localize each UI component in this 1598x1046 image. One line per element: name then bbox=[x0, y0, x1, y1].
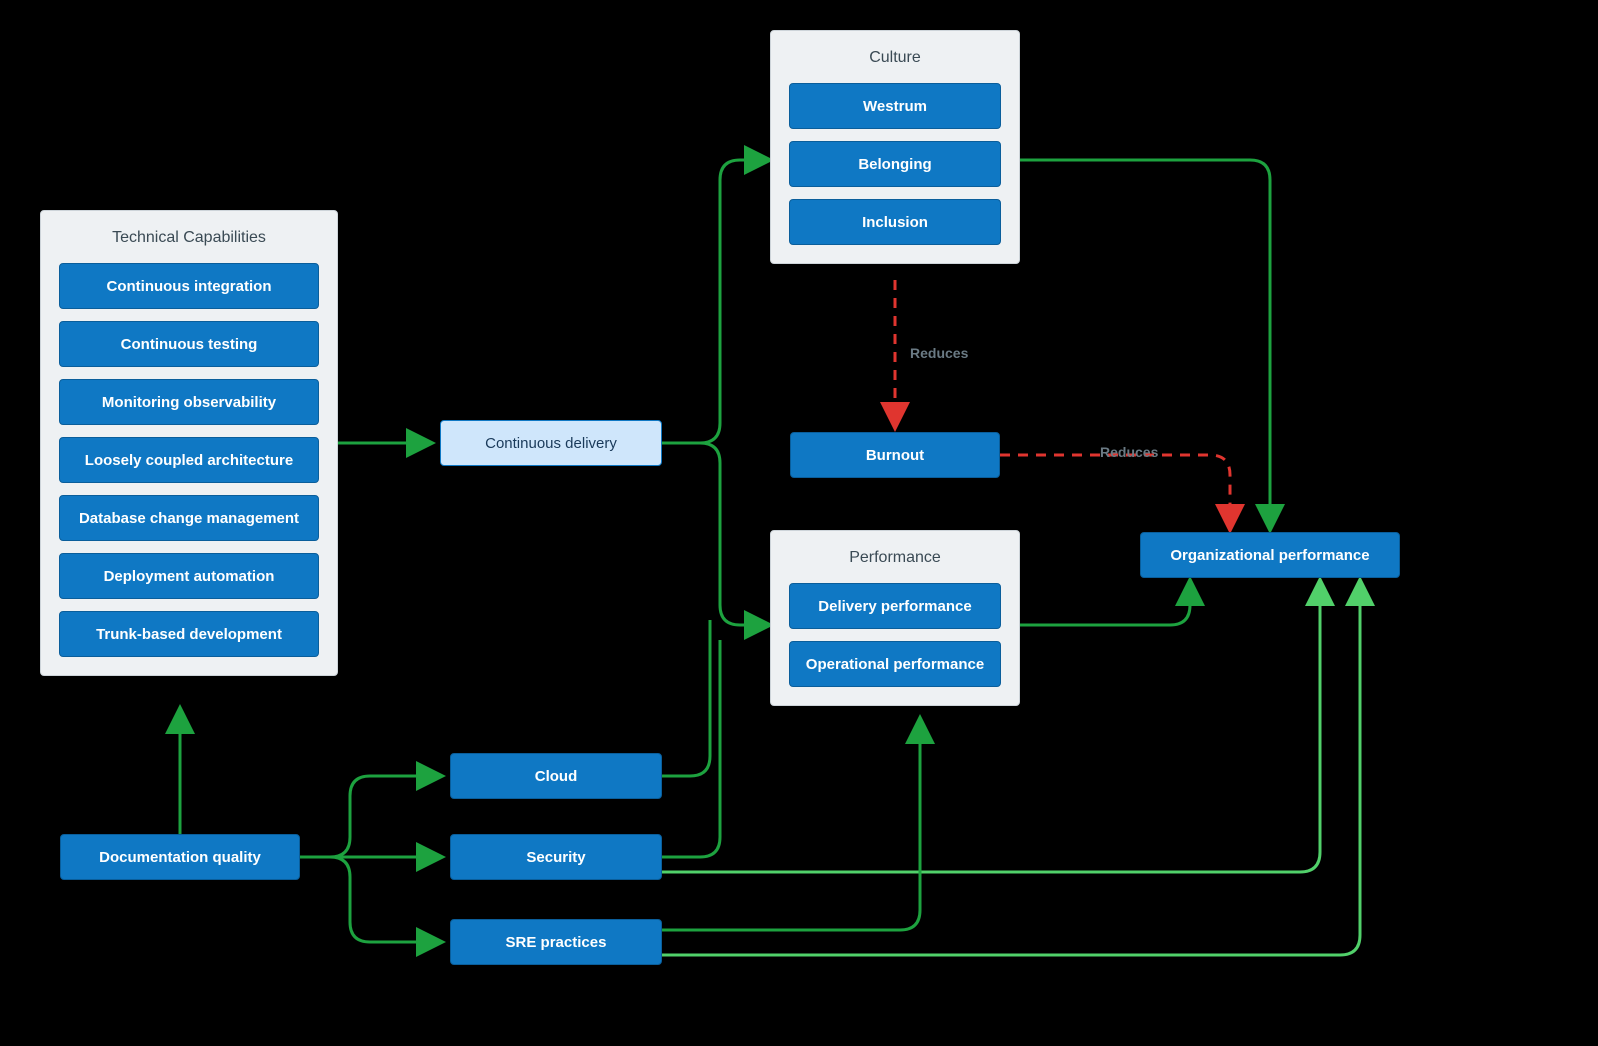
performance-item: Delivery performance bbox=[789, 583, 1001, 629]
tech-item: Continuous testing bbox=[59, 321, 319, 367]
node-continuous-delivery: Continuous delivery bbox=[440, 420, 662, 466]
node-cloud: Cloud bbox=[450, 753, 662, 799]
node-security: Security bbox=[450, 834, 662, 880]
node-documentation-quality: Documentation quality bbox=[60, 834, 300, 880]
diagram-stage: Technical Capabilities Continuous integr… bbox=[0, 0, 1598, 1046]
panel-title: Culture bbox=[789, 49, 1001, 67]
panel-title: Performance bbox=[789, 549, 1001, 567]
node-sre-practices: SRE practices bbox=[450, 919, 662, 965]
tech-item: Deployment automation bbox=[59, 553, 319, 599]
culture-item: Inclusion bbox=[789, 199, 1001, 245]
node-burnout: Burnout bbox=[790, 432, 1000, 478]
culture-item: Westrum bbox=[789, 83, 1001, 129]
node-organizational-performance: Organizational performance bbox=[1140, 532, 1400, 578]
panel-culture: Culture Westrum Belonging Inclusion bbox=[770, 30, 1020, 264]
tech-item: Trunk-based development bbox=[59, 611, 319, 657]
panel-performance: Performance Delivery performance Operati… bbox=[770, 530, 1020, 706]
panel-title: Technical Capabilities bbox=[59, 229, 319, 247]
tech-item: Database change management bbox=[59, 495, 319, 541]
tech-item: Monitoring observability bbox=[59, 379, 319, 425]
edge-label-reduces: Reduces bbox=[910, 345, 968, 361]
performance-item: Operational performance bbox=[789, 641, 1001, 687]
edge-label-reduces: Reduces bbox=[1100, 444, 1158, 460]
tech-item: Loosely coupled architecture bbox=[59, 437, 319, 483]
tech-item: Continuous integration bbox=[59, 263, 319, 309]
culture-item: Belonging bbox=[789, 141, 1001, 187]
panel-technical-capabilities: Technical Capabilities Continuous integr… bbox=[40, 210, 338, 676]
